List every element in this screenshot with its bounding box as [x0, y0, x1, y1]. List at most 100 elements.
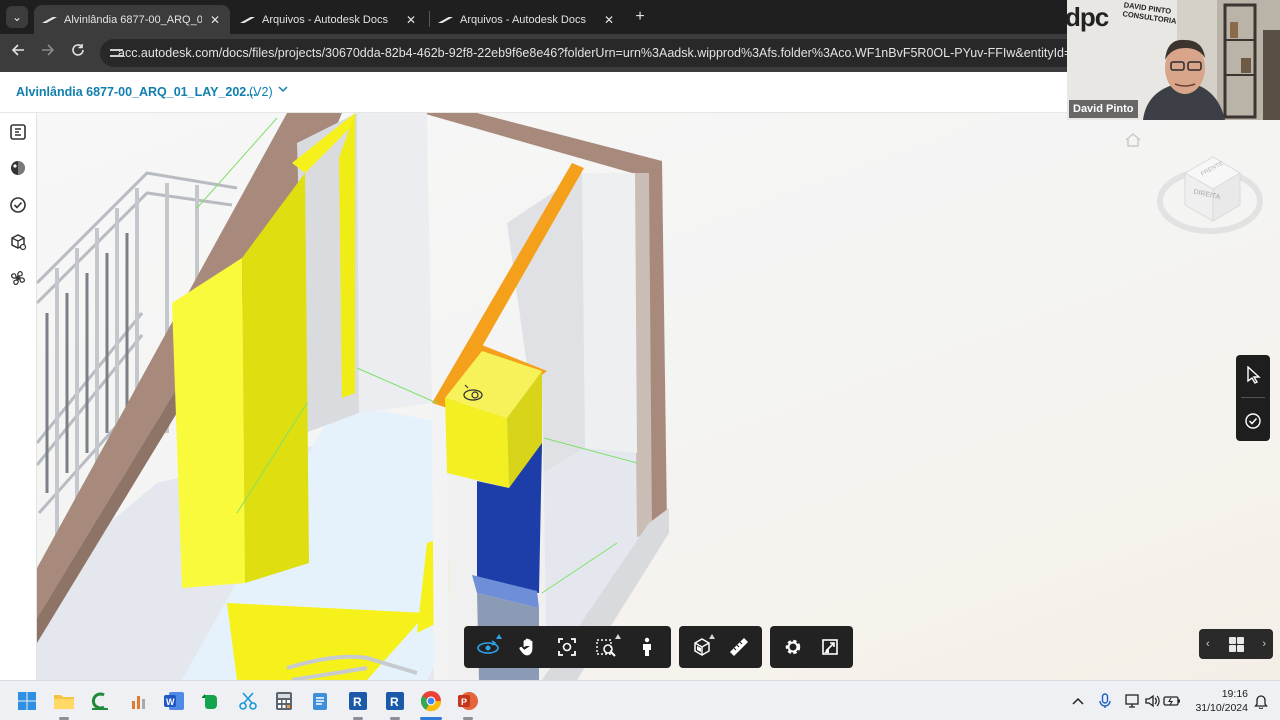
tab-search-menu-button[interactable]: ⌄ — [6, 6, 28, 28]
wall-center-left — [357, 113, 432, 413]
windows-logo-icon — [18, 692, 36, 710]
first-person-icon — [643, 637, 652, 656]
orbit-button[interactable] — [468, 630, 508, 664]
taskbar-calculator[interactable] — [272, 689, 296, 713]
beam-top — [422, 113, 662, 173]
address-bar[interactable]: acc.autodesk.com/docs/files/projects/306… — [100, 39, 1100, 67]
taskbar-app-chart[interactable] — [126, 689, 150, 713]
browser-tab-1[interactable]: Alvinlândia 6877-00_ARQ_01_L/ ✕ — [34, 5, 230, 34]
taskbar-revit-2[interactable]: R — [383, 689, 407, 713]
appearance-button[interactable] — [8, 158, 28, 178]
tray-microphone[interactable] — [1096, 692, 1114, 710]
section-box-button[interactable] — [683, 630, 721, 664]
tab-title: Arquivos - Autodesk Docs — [262, 13, 388, 26]
model-browser-button[interactable] — [8, 122, 28, 142]
taskbar-revit-1[interactable]: R — [346, 689, 370, 713]
close-tab-icon[interactable]: ✕ — [602, 13, 616, 27]
chevron-down-icon: ⌄ — [11, 10, 23, 24]
taskbar-chrome[interactable] — [419, 689, 443, 713]
revit-icon: R — [386, 692, 404, 710]
tray-battery[interactable] — [1163, 692, 1181, 710]
taskbar-notepad[interactable] — [308, 689, 332, 713]
tray-overflow-button[interactable] — [1069, 692, 1087, 710]
flyout-indicator — [708, 634, 715, 639]
flyout-indicator — [615, 634, 622, 639]
chevron-up-icon — [1072, 697, 1084, 705]
folder-icon — [54, 695, 74, 709]
wall-right — [582, 173, 637, 453]
system-clock[interactable]: 19:16 31/10/2024 — [1188, 687, 1248, 715]
browser-tab-2[interactable]: Arquivos - Autodesk Docs ✕ — [232, 5, 426, 34]
issue-tool-button[interactable] — [1243, 411, 1263, 431]
browser-tab-3[interactable]: Arquivos - Autodesk Docs ✕ — [430, 5, 624, 34]
document-title[interactable]: Alvinlândia 6877-00_ARQ_01_LAY_202... — [16, 85, 257, 99]
flyout-indicator — [495, 634, 502, 639]
taskbar-word[interactable]: W — [162, 689, 186, 713]
tab-title: Alvinlândia 6877-00_ARQ_01_L/ — [64, 13, 202, 26]
taskbar-snipping-tool[interactable] — [236, 689, 260, 713]
settings-toolbar — [770, 626, 853, 668]
grid-view-icon[interactable] — [1228, 636, 1244, 652]
side-tool-panel — [1236, 355, 1270, 441]
properties-button[interactable] — [8, 268, 28, 288]
calculator-icon — [276, 692, 292, 710]
model-scene[interactable] — [37, 113, 1280, 680]
fullscreen-button[interactable] — [812, 630, 850, 664]
webcam-logo: dpc — [1067, 2, 1109, 32]
left-tool-rail — [0, 113, 37, 680]
viewcube[interactable]: DIREITA FRENTE — [1155, 143, 1265, 243]
explode-model-button[interactable] — [8, 232, 28, 252]
model-browser-icon — [10, 124, 26, 140]
select-tool-button[interactable] — [1243, 365, 1263, 385]
3d-model-viewer[interactable]: DIREITA FRENTE ‹ › — [37, 113, 1280, 680]
new-tab-button[interactable]: + — [630, 8, 650, 28]
appearance-icon — [11, 161, 25, 175]
network-icon — [1125, 694, 1139, 708]
measure-button[interactable] — [721, 630, 759, 664]
svg-text:R: R — [390, 695, 399, 709]
tray-notifications[interactable] — [1252, 692, 1270, 710]
previous-page-icon[interactable]: ‹ — [1206, 638, 1210, 650]
tray-volume[interactable] — [1143, 692, 1161, 710]
home-view-button[interactable] — [1124, 131, 1142, 149]
properties-fan-icon — [10, 270, 26, 286]
first-person-button[interactable] — [627, 630, 667, 664]
revit-icon: R — [349, 692, 367, 710]
settings-button[interactable] — [774, 630, 812, 664]
close-tab-icon[interactable]: ✕ — [404, 13, 418, 27]
next-page-icon[interactable]: › — [1262, 638, 1266, 650]
document-version[interactable]: (V2) — [249, 85, 273, 99]
tray-network[interactable] — [1123, 692, 1141, 710]
fit-to-view-button[interactable] — [548, 630, 588, 664]
reload-icon — [72, 44, 84, 56]
powerpoint-icon: P — [458, 692, 478, 710]
forward-button[interactable] — [38, 43, 58, 63]
close-tab-icon[interactable]: ✕ — [208, 13, 222, 27]
svg-text:W: W — [166, 697, 175, 707]
select-cursor-icon — [1247, 366, 1261, 384]
chrome-icon — [420, 691, 442, 712]
reload-button[interactable] — [68, 43, 88, 63]
taskbar-app-green[interactable] — [88, 689, 112, 713]
taskbar-powerpoint[interactable]: P — [456, 689, 480, 713]
pan-button[interactable] — [508, 630, 548, 664]
svg-text:R: R — [353, 695, 362, 709]
model-toolbar — [679, 626, 762, 668]
microphone-icon — [1099, 693, 1111, 708]
zoom-window-icon — [596, 639, 616, 657]
autodesk-logo-icon — [242, 15, 254, 25]
taskbar-evernote[interactable] — [198, 689, 222, 713]
participant-name: David Pinto — [1069, 100, 1138, 118]
version-dropdown-chevron-icon[interactable] — [278, 84, 288, 96]
zoom-window-button[interactable] — [587, 630, 627, 664]
back-button[interactable] — [8, 43, 28, 63]
autodesk-logo-icon — [440, 15, 452, 25]
volume-icon — [1145, 694, 1160, 708]
arrow-left-icon — [11, 44, 24, 56]
evernote-icon — [202, 694, 217, 709]
clock-date: 31/10/2024 — [1195, 702, 1248, 714]
issues-button[interactable] — [8, 195, 28, 215]
issue-check-icon — [1245, 413, 1261, 429]
start-button[interactable] — [15, 689, 39, 713]
taskbar-file-explorer[interactable] — [52, 689, 76, 713]
